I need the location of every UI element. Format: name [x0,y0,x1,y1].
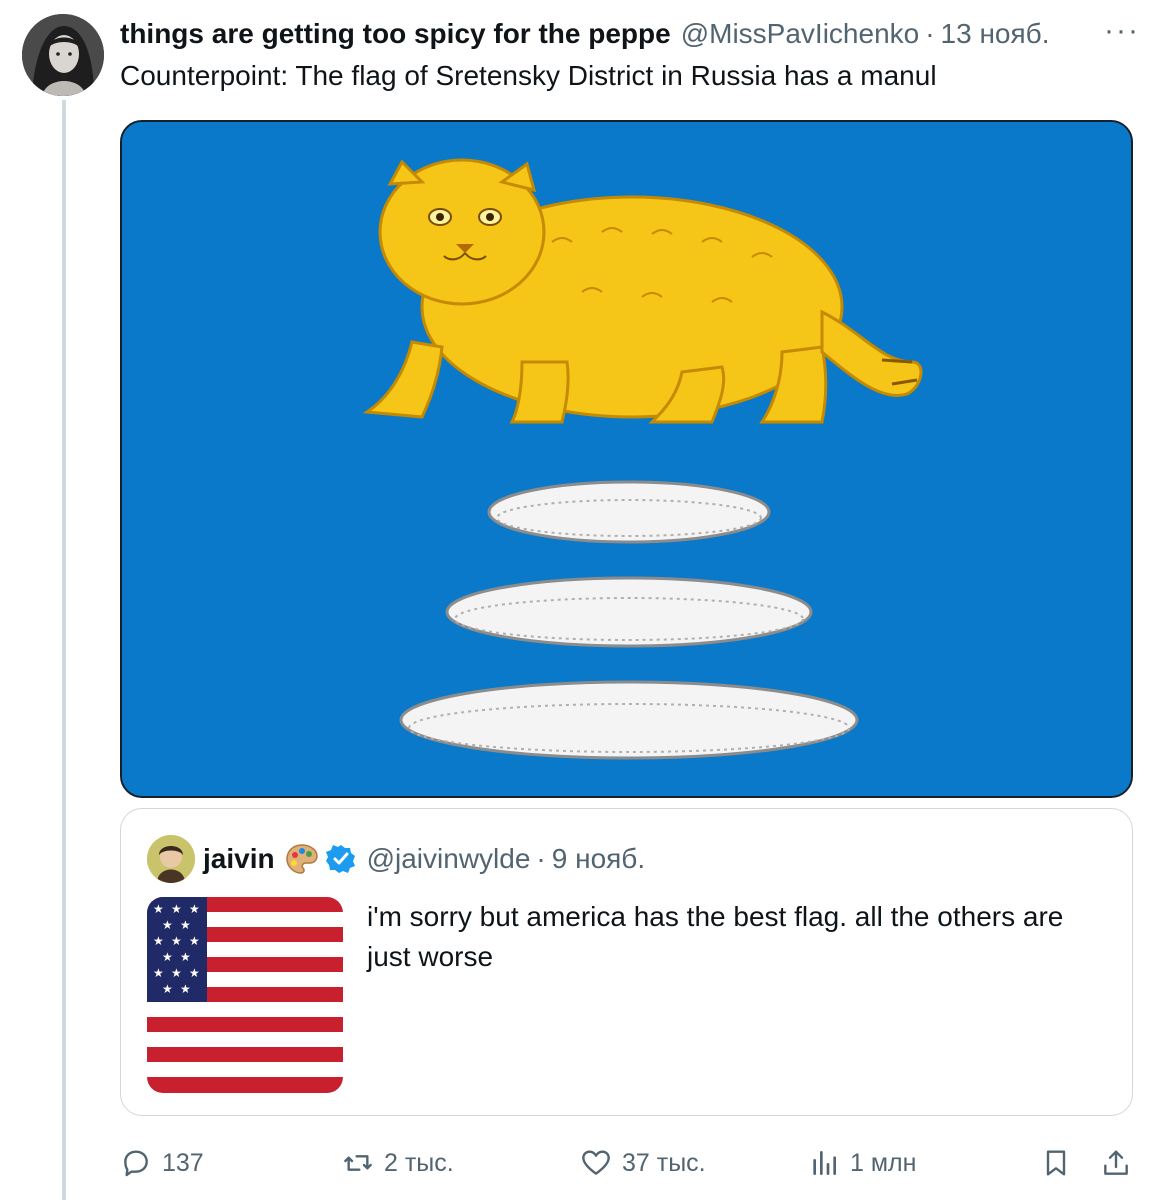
svg-text:★: ★ [162,950,173,964]
svg-text:★: ★ [171,902,182,916]
svg-text:★: ★ [189,966,200,980]
svg-text:★: ★ [171,934,182,948]
svg-text:★: ★ [162,918,173,932]
share-button[interactable] [1100,1138,1132,1188]
svg-text:★: ★ [189,934,200,948]
heart-icon [582,1150,610,1175]
views-button[interactable]: 1 млн [808,1138,916,1188]
retweet-button[interactable]: 2 тыс. [342,1138,454,1188]
quoted-tweet-text: i'm sorry but america has the best flag.… [367,901,1064,972]
svg-text:★: ★ [180,918,191,932]
quoted-tweet-header: jaivin @jaivinwylde · 9 нояб. [203,839,645,879]
quoted-avatar-icon [147,835,195,883]
us-flag-image-icon: ★ ★ ★ ★ ★ ★ ★ ★ ★ ★ ★ ★ ★ ★ ★ [147,897,343,1093]
views-chart-icon [813,1151,836,1175]
quoted-tweet[interactable]: jaivin @jaivinwylde · 9 нояб. ★ ★ ★ ★ ★ … [120,808,1133,1116]
bookmark-button[interactable] [1040,1138,1072,1188]
quoted-author-name[interactable]: jaivin [203,843,275,875]
svg-text:★: ★ [180,982,191,996]
reply-icon [124,1150,148,1177]
quoted-author-handle[interactable]: @jaivinwylde [367,843,531,875]
like-count: 37 тыс. [622,1148,706,1177]
verified-badge-icon[interactable] [325,843,357,875]
svg-text:★: ★ [171,966,182,980]
share-icon [1104,1150,1128,1175]
artist-palette-icon [285,842,319,876]
author-display-name[interactable]: things are getting too spicy for the pep… [120,18,671,50]
tweet-timestamp[interactable]: 13 нояб. [941,18,1050,50]
us-flag-image[interactable]: ★ ★ ★ ★ ★ ★ ★ ★ ★ ★ ★ ★ ★ ★ ★ [147,897,343,1093]
reply-count: 137 [162,1148,204,1177]
svg-text:★: ★ [153,966,164,980]
views-count: 1 млн [850,1148,917,1177]
thread-connector-line [62,100,66,1200]
svg-text:★: ★ [180,950,191,964]
retweet-count: 2 тыс. [384,1148,454,1177]
tweet-media-image[interactable] [120,120,1133,798]
svg-text:★: ★ [153,902,164,916]
author-avatar[interactable] [22,14,104,96]
like-button[interactable]: 37 тыс. [580,1138,706,1188]
retweet-icon [344,1155,372,1171]
reply-button[interactable]: 137 [120,1138,204,1188]
flag-of-sretensky-district-image-icon [122,122,1131,796]
svg-text:★: ★ [162,982,173,996]
svg-text:★: ★ [153,934,164,948]
quoted-tweet-timestamp[interactable]: 9 нояб. [552,843,645,875]
user-avatar-photo-icon [22,14,104,96]
header-separator: · [925,18,935,49]
author-handle[interactable]: @MissPavIichenko [681,18,920,50]
quoted-author-avatar[interactable] [147,835,195,883]
tweet-action-bar: 137 2 тыс. 37 тыс. 1 млн [120,1138,1140,1188]
bookmark-icon [1046,1150,1066,1176]
more-options-icon[interactable]: ··· [1104,16,1140,46]
svg-text:★: ★ [189,902,200,916]
tweet-text: Counterpoint: The flag of Sretensky Dist… [120,60,937,91]
tweet-header: things are getting too spicy for the pep… [120,16,1150,52]
quoted-header-separator: · [536,843,546,874]
